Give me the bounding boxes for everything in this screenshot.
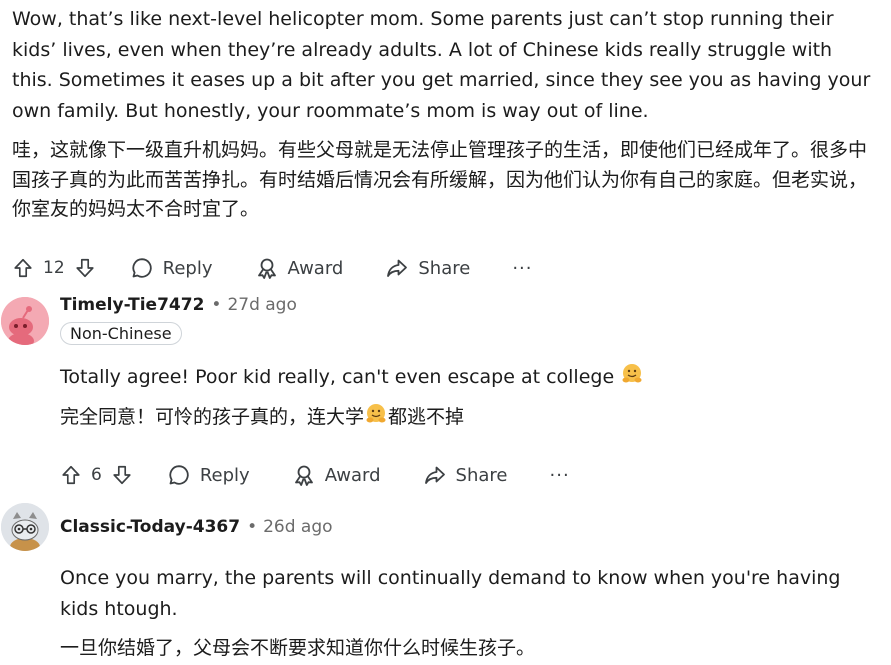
reply-label: Reply (162, 257, 213, 279)
comment-icon (132, 258, 152, 278)
reply1-text-zh-after: 都逃不掉 (388, 406, 465, 428)
award-label: Award (324, 464, 381, 486)
share-icon (387, 259, 408, 277)
vote-count: 6 (91, 465, 102, 485)
share-label: Share (455, 464, 508, 486)
vote-count: 12 (43, 258, 65, 278)
share-button[interactable]: Share (385, 256, 470, 280)
timestamp[interactable]: 26d ago (263, 517, 332, 537)
avatar[interactable] (1, 503, 49, 551)
reply1-actions: 6 Reply Award Share ··· (60, 457, 570, 493)
reply-button[interactable]: Reply (130, 256, 213, 280)
downvote-button[interactable] (74, 257, 96, 279)
separator: • (247, 517, 258, 537)
comment-icon (169, 465, 189, 485)
share-button[interactable]: Share (423, 463, 508, 487)
more-options-button[interactable]: ··· (550, 465, 570, 486)
reply2-header: Classic-Today-4367 • 26d ago (60, 517, 333, 537)
downvote-button[interactable] (111, 464, 133, 486)
award-button[interactable]: Award (255, 256, 344, 280)
reply1-header: Timely-Tie7472 • 27d ago (60, 295, 297, 315)
snoo-avatar-icon (1, 297, 49, 345)
award-icon (294, 465, 313, 486)
top-comment-text-zh: 哇，这就像下一级直升机妈妈。有些父母就是无法停止管理孩子的生活，即使他们已经成年… (12, 139, 868, 220)
reply1-text-zh-before: 完全同意！可怜的孩子真的，连大学 (60, 406, 365, 428)
reply1-text-zh-line: 完全同意！可怜的孩子真的，连大学 都逃不掉 (60, 402, 860, 433)
award-button[interactable]: Award (292, 463, 381, 487)
reply2-text-zh: 一旦你结婚了，父母会不断要求知道你什么时候生孩子。 (60, 637, 536, 659)
reply1-text-en: Totally agree! Poor kid really, can't ev… (60, 366, 615, 388)
username[interactable]: Timely-Tie7472 (60, 295, 204, 315)
avatar[interactable] (1, 297, 49, 345)
share-label: Share (418, 257, 471, 279)
more-options-button[interactable]: ··· (512, 258, 532, 279)
username[interactable]: Classic-Today-4367 (60, 517, 240, 537)
user-flair: Non-Chinese (60, 322, 182, 345)
hugging-emoji (366, 404, 386, 423)
hugging-emoji (622, 364, 642, 383)
upvote-icon (62, 465, 80, 485)
downvote-icon (113, 465, 131, 485)
share-icon (424, 466, 445, 484)
award-icon (257, 258, 276, 279)
timestamp[interactable]: 27d ago (227, 295, 296, 315)
reply-label: Reply (199, 464, 250, 486)
award-label: Award (287, 257, 344, 279)
top-comment-text-en: Wow, that’s like next-level helicopter m… (12, 8, 871, 122)
downvote-icon (76, 258, 94, 278)
upvote-button[interactable] (12, 257, 34, 279)
top-comment-actions: 12 Reply Award Share ··· (12, 250, 532, 286)
reply1-text-en-line: Totally agree! Poor kid really, can't ev… (60, 362, 860, 393)
reply2-text-en: Once you marry, the parents will continu… (60, 567, 841, 620)
reply-button[interactable]: Reply (167, 463, 250, 487)
snoo-avatar-icon (1, 503, 49, 551)
upvote-icon (14, 258, 32, 278)
upvote-button[interactable] (60, 464, 82, 486)
separator: • (211, 295, 222, 315)
comment-thread: Wow, that’s like next-level helicopter m… (0, 0, 891, 665)
